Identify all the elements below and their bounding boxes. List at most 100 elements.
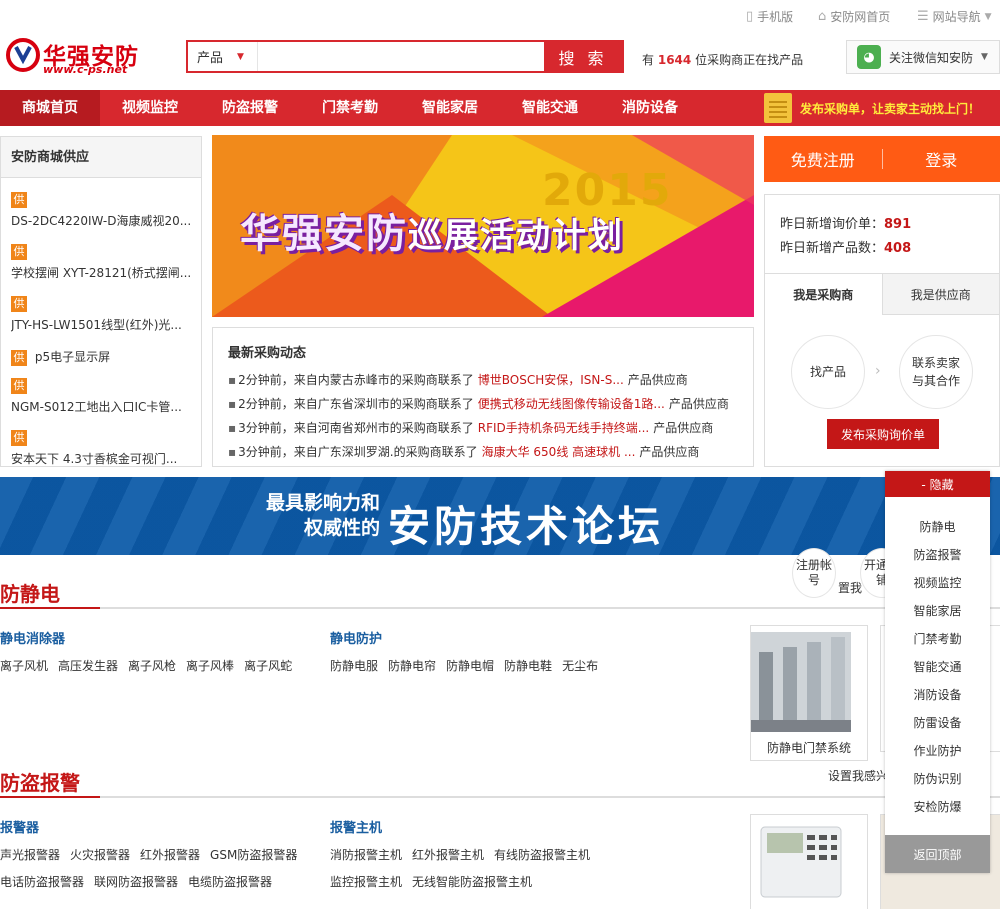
list-item[interactable]: 供 NGM-S012工地出入口IC卡管...: [11, 378, 201, 430]
group-title[interactable]: 报警器: [0, 817, 39, 836]
search-input[interactable]: [258, 42, 544, 71]
product-link[interactable]: 博世BOSCH安保，ISN-S...: [478, 373, 624, 387]
keyword-link[interactable]: 声光报警器: [0, 848, 60, 862]
mobile-link[interactable]: ▯ 手机版: [746, 8, 793, 25]
hide-button[interactable]: - 隐藏: [885, 471, 990, 497]
search-button[interactable]: 搜 索: [544, 42, 622, 71]
keyword-link[interactable]: 无线智能防盗报警主机: [412, 875, 532, 889]
keyword-link[interactable]: 无尘布: [562, 659, 598, 673]
keyword-link[interactable]: 离子风棒: [186, 659, 234, 673]
login-button[interactable]: 登录: [883, 136, 1000, 182]
group-title[interactable]: 静电防护: [330, 628, 382, 647]
products-value: 408: [884, 241, 912, 256]
site-nav-link[interactable]: ☰ 网站导航 ▼: [917, 8, 992, 25]
floatnav-item[interactable]: 消防设备: [885, 681, 990, 709]
find-product-step[interactable]: 找产品: [791, 335, 865, 409]
list-item[interactable]: 供 JTY-HS-LW1501线型(红外)光...: [11, 296, 201, 348]
tab-supplier[interactable]: 我是供应商: [881, 274, 999, 315]
keyword-link[interactable]: 防静电鞋: [504, 659, 552, 673]
keyword-link[interactable]: 离子风蛇: [244, 659, 292, 673]
keyword-link[interactable]: 联网防盗报警器: [94, 875, 178, 889]
interest-setting-link[interactable]: 设置我感兴: [828, 767, 888, 784]
list-item: ▪ 3分钟前，来自河南省郑州市的采购商联系了 RFID手持机条码无线手持终端... 产…: [228, 421, 714, 435]
keyword-link[interactable]: 有线防盗报警主机: [494, 848, 590, 862]
back-to-top-button[interactable]: 返回顶部: [885, 835, 990, 873]
keyword-link[interactable]: 监控报警主机: [330, 875, 402, 889]
list-item[interactable]: 供 安本天下 4.3寸香槟金可视门...: [11, 430, 201, 466]
floatnav-item[interactable]: 防盗报警: [885, 541, 990, 569]
keyword-link[interactable]: 离子风枪: [128, 659, 176, 673]
nav-item-access[interactable]: 门禁考勤: [300, 90, 400, 126]
list-item[interactable]: 供 DS-2DC4220IW-D海康威视20...: [11, 192, 201, 244]
nav-item-smarthome[interactable]: 智能家居: [400, 90, 500, 126]
group-title[interactable]: 静电消除器: [0, 628, 65, 647]
search-category-select[interactable]: 产品 ▼: [188, 42, 258, 71]
nav-item-video[interactable]: 视频监控: [100, 90, 200, 126]
register-account-button[interactable]: 注册帐号: [792, 548, 836, 598]
keyword-link[interactable]: 火灾报警器: [70, 848, 130, 862]
supply-item-text[interactable]: JTY-HS-LW1501线型(红外)光...: [11, 316, 196, 333]
keyword-link[interactable]: 防静电服: [330, 659, 378, 673]
section-title: 防盗报警: [0, 771, 80, 795]
row-prefix: 3分钟前，来自河南省郑州市的采购商联系了: [238, 421, 474, 435]
floatnav-item[interactable]: 门禁考勤: [885, 625, 990, 653]
keyword-link[interactable]: 电缆防盗报警器: [188, 875, 272, 889]
row-prefix: 3分钟前，来自广东深圳罗湖.的采购商联系了: [238, 445, 478, 459]
group-title[interactable]: 报警主机: [330, 817, 382, 836]
product-link[interactable]: 海康大华 650线 高速球机 ...: [482, 445, 636, 459]
nav-item-alarm[interactable]: 防盗报警: [200, 90, 300, 126]
post-purchase-promo[interactable]: 发布采购单，让卖家主动找上门！: [760, 90, 1000, 126]
supply-item-text[interactable]: DS-2DC4220IW-D海康威视20...: [11, 212, 196, 229]
floatnav-item[interactable]: 防雷设备: [885, 709, 990, 737]
product-card[interactable]: 防静电门禁系统: [750, 625, 868, 761]
nav-item-traffic[interactable]: 智能交通: [500, 90, 600, 126]
floatnav-item[interactable]: 智能交通: [885, 653, 990, 681]
floatnav-item[interactable]: 视频监控: [885, 569, 990, 597]
supply-item-text[interactable]: NGM-S012工地出入口IC卡管...: [11, 398, 196, 415]
list-item[interactable]: 供 p5电子显示屏: [11, 348, 201, 378]
contact-seller-step[interactable]: 联系卖家与其合作: [899, 335, 973, 409]
keyword-link[interactable]: 离子风机: [0, 659, 48, 673]
tab-buyer[interactable]: 我是采购商: [765, 274, 882, 315]
keyword-link[interactable]: 高压发生器: [58, 659, 118, 673]
home-link[interactable]: ⌂ 安防网首页: [818, 8, 890, 25]
supply-item-text[interactable]: 安本天下 4.3寸香槟金可视门...: [11, 450, 196, 466]
floatnav-item[interactable]: 智能家居: [885, 597, 990, 625]
keyword-link[interactable]: 消防报警主机: [330, 848, 402, 862]
keyword-link[interactable]: GSM防盗报警器: [210, 848, 297, 862]
auth-bar: 免费注册 登录: [764, 136, 1000, 182]
list-item[interactable]: 供 学校摆闸 XYT-28121(桥式摆闸...: [11, 244, 201, 296]
setting-text[interactable]: 置我: [838, 579, 862, 596]
promo-banner[interactable]: 2015 华强安防巡展活动计划: [212, 135, 754, 317]
wechat-follow[interactable]: ◕ 关注微信知安防 ▼: [846, 40, 1000, 74]
supply-item-text[interactable]: 学校摆闸 XYT-28121(桥式摆闸...: [11, 264, 196, 281]
row-suffix: 产品供应商: [668, 397, 729, 411]
logo-icon[interactable]: [6, 38, 40, 72]
keyword-link[interactable]: 红外报警主机: [412, 848, 484, 862]
account-panel: 昨日新增询价单：891 昨日新增产品数：408 我是采购商 我是供应商 找产品 …: [764, 194, 1000, 467]
search-bar: 产品 ▼ 搜 索: [186, 40, 624, 73]
floatnav-item[interactable]: 防伪识别: [885, 765, 990, 793]
keyword-link[interactable]: 红外报警器: [140, 848, 200, 862]
banner-title-main: 华强安防: [240, 211, 408, 257]
keyword-link[interactable]: 防静电帽: [446, 659, 494, 673]
product-link[interactable]: 便携式移动无线图像传输设备1路...: [478, 397, 665, 411]
product-link[interactable]: RFID手持机条码无线手持终端...: [478, 421, 649, 435]
nav-item-fire[interactable]: 消防设备: [600, 90, 700, 126]
floatnav-item[interactable]: 防静电: [885, 513, 990, 541]
home-label: 安防网首页: [830, 10, 891, 24]
keyword-link[interactable]: 电话防盗报警器: [0, 875, 84, 889]
product-card[interactable]: [750, 814, 868, 909]
floatnav-item[interactable]: 安检防爆: [885, 793, 990, 821]
supply-tag: 供: [11, 378, 27, 394]
register-button[interactable]: 免费注册: [764, 136, 882, 182]
home-icon: ⌂: [818, 9, 827, 24]
post-inquiry-button[interactable]: 发布采购询价单: [827, 419, 939, 449]
keyword-link[interactable]: 防静电帘: [388, 659, 436, 673]
nav-item-home[interactable]: 商城首页: [0, 90, 100, 126]
row-suffix: 产品供应商: [639, 445, 700, 459]
supply-item-text[interactable]: p5电子显示屏: [35, 350, 110, 364]
floatnav-item[interactable]: 作业防护: [885, 737, 990, 765]
forum-banner[interactable]: 最具影响力和权威性的 安防技术论坛: [0, 477, 1000, 555]
keyword-row: 电话防盗报警器 联网防盗报警器 电缆防盗报警器: [0, 873, 282, 890]
